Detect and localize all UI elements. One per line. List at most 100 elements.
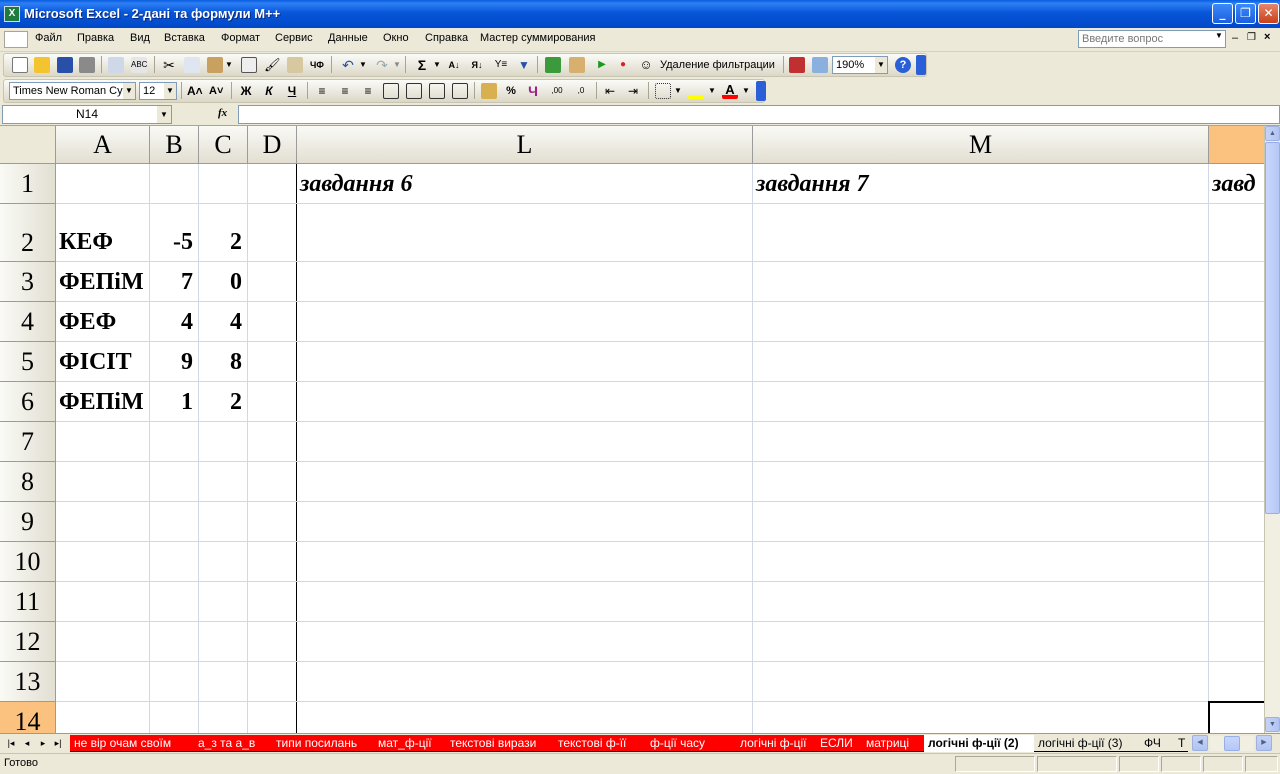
sheet-tab[interactable]: ФЧ [1140,735,1174,752]
name-box[interactable]: N14 ▼ [2,105,172,124]
sheet-tab[interactable]: текстові ф-її [554,735,646,752]
row-header[interactable]: 1 [0,164,56,204]
filter-icon[interactable]: ▼ [516,57,532,73]
redo-dropdown-icon[interactable]: ▼ [393,57,401,73]
close-icon[interactable]: ✕ [1258,3,1279,24]
smiley-icon[interactable]: ☺ [638,57,654,73]
help-question-input[interactable]: Введите вопрос [1078,30,1226,48]
save-icon[interactable] [57,57,73,73]
sort-ascending-icon[interactable]: А↓ [446,57,462,73]
chevron-down-icon[interactable]: ▼ [875,57,887,73]
row-header[interactable]: 7 [0,422,56,462]
percent-button[interactable]: % [505,83,517,99]
sheet-tab[interactable]: логічні ф-ції (2) [924,735,1034,752]
vertical-scrollbar[interactable]: ▲ ▼ [1264,126,1280,733]
cut-icon[interactable]: ✂ [161,57,177,73]
grow-font-icon[interactable]: A˄ [187,83,203,99]
undo-dropdown-icon[interactable]: ▼ [359,57,367,73]
play-icon[interactable]: ▶ [594,57,610,73]
menu-service[interactable]: Сервис [275,32,313,44]
cell-c5[interactable]: 8 [202,342,242,382]
cell-c3[interactable]: 0 [202,262,242,302]
insert-hyperlink-icon[interactable] [287,57,303,73]
paste-dropdown-icon[interactable]: ▼ [225,57,233,73]
row-header[interactable]: 13 [0,662,56,702]
align-left-icon[interactable]: ≡ [314,83,330,99]
open-folder-icon[interactable] [34,57,50,73]
column-header[interactable]: B [150,126,199,164]
copy-icon[interactable] [184,57,200,73]
minimize-icon[interactable]: _ [1212,3,1233,24]
clipboard-icon[interactable] [241,57,257,73]
prev-sheet-icon[interactable]: ◂ [20,736,34,750]
drawing-icon[interactable] [812,57,828,73]
remove-filter-button[interactable]: Удаление фильтрации [660,57,775,73]
row-header[interactable]: 9 [0,502,56,542]
autofilter-icon[interactable]: Y≡ [493,57,509,73]
cell-a5[interactable]: ФІСІТ [59,342,144,382]
row-header[interactable]: 6 [0,382,56,422]
chevron-down-icon[interactable]: ▼ [164,83,176,99]
borders-icon[interactable] [655,83,671,99]
fill-dropdown-icon[interactable]: ▼ [708,83,716,99]
cell-a4[interactable]: ФЕФ [59,302,144,342]
insert-function-icon[interactable]: fx [218,107,227,119]
row-header[interactable]: 8 [0,462,56,502]
excel-app-icon[interactable]: X [4,6,20,22]
font-color-dropdown-icon[interactable]: ▼ [742,83,750,99]
sheet-tab[interactable]: матриці [862,735,924,752]
row-header[interactable]: 10 [0,542,56,582]
column-header[interactable]: D [248,126,297,164]
research-icon[interactable]: ЧФ [309,57,325,73]
print-icon[interactable] [79,57,95,73]
menu-window[interactable]: Окно [383,32,409,44]
sheet-tab[interactable]: текстові вирази [446,735,554,752]
select-all-corner[interactable] [0,126,56,164]
cell-m1[interactable]: завдання 7 [756,164,1203,204]
toolbar-options-icon[interactable] [756,81,766,101]
sheet-tab[interactable]: типи посилань [272,735,374,752]
bold-button[interactable]: Ж [239,83,253,99]
column-header[interactable]: A [56,126,150,164]
autosum-dropdown-icon[interactable]: ▼ [433,57,441,73]
currency-icon[interactable] [481,83,497,99]
row-header[interactable]: 5 [0,342,56,382]
undo-icon[interactable]: ↶ [340,57,356,73]
decrease-decimal-icon[interactable]: ,0 [573,83,589,99]
cell-b6[interactable]: 1 [153,382,193,422]
selected-cell-outline[interactable] [1208,701,1264,733]
scroll-down-icon[interactable]: ▼ [1265,717,1280,732]
sheet-tab[interactable]: а_з та а_в [194,735,272,752]
chevron-down-icon[interactable]: ▼ [1215,31,1225,40]
chart-wizard-icon[interactable] [789,57,805,73]
autosum-icon[interactable]: Σ [414,57,430,73]
new-document-icon[interactable] [12,57,28,73]
menu-view[interactable]: Вид [130,32,150,44]
restore-icon[interactable]: ❐ [1235,3,1256,24]
column-header[interactable]: C [199,126,248,164]
menu-edit[interactable]: Правка [77,32,114,44]
formula-input[interactable] [238,105,1280,124]
macro-run-icon[interactable] [545,57,561,73]
scroll-left-icon[interactable]: ◀ [1192,735,1208,751]
cell-c2[interactable]: 2 [202,204,242,262]
sheet-tab[interactable]: логічні ф-ції [736,735,816,752]
doc-minimize-icon[interactable]: – [1232,32,1238,44]
column-header[interactable]: L [297,126,753,164]
sheet-tab[interactable]: мат_ф-ції [374,735,446,752]
menu-insert[interactable]: Вставка [164,32,205,44]
menu-data[interactable]: Данные [328,32,368,44]
font-name-combo[interactable]: Times New Roman Cyr ▼ [9,82,136,100]
row-header[interactable]: 3 [0,262,56,302]
doc-restore-icon[interactable]: ❐ [1247,32,1256,43]
menu-help[interactable]: Справка [425,32,468,44]
help-icon[interactable]: ? [895,57,911,73]
scroll-up-icon[interactable]: ▲ [1265,126,1280,141]
row-header[interactable]: 2 [0,204,56,262]
merge-cells-icon[interactable] [429,83,445,99]
unmerge-cells-icon[interactable] [452,83,468,99]
sheet-tab[interactable]: Т [1174,735,1188,752]
sort-descending-icon[interactable]: Я↓ [469,57,485,73]
underline-button[interactable]: Ч [285,83,299,99]
scroll-right-icon[interactable]: ▶ [1256,735,1272,751]
